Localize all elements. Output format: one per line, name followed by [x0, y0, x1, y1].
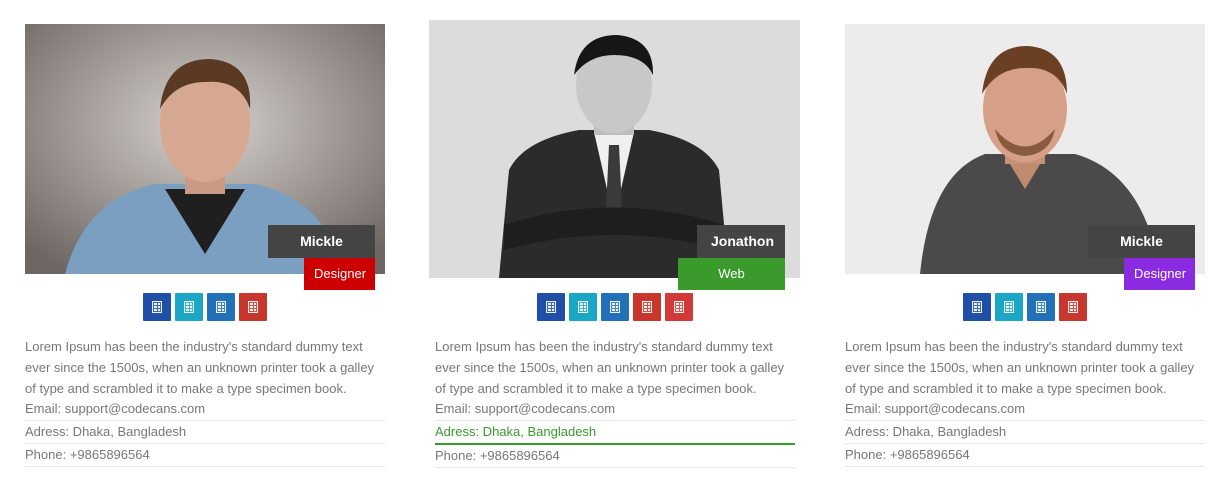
- contact-info: Email: support@codecans.com Adress: Dhak…: [25, 398, 385, 467]
- member-description: Lorem Ipsum has been the industry's stan…: [435, 339, 785, 396]
- twitter-icon[interactable]: [995, 293, 1023, 321]
- social-links: [143, 293, 267, 321]
- member-name: Jonathon: [697, 225, 785, 258]
- social-links: [537, 293, 693, 321]
- linkedin-icon[interactable]: [1027, 293, 1055, 321]
- google-plus-icon[interactable]: [1059, 293, 1087, 321]
- phone-row: Phone: +9865896564: [435, 445, 795, 468]
- email-row: Email: support@codecans.com: [845, 398, 1205, 421]
- facebook-icon[interactable]: [963, 293, 991, 321]
- address-row: Adress: Dhaka, Bangladesh: [25, 421, 385, 444]
- member-description: Lorem Ipsum has been the industry's stan…: [25, 339, 375, 396]
- address-row[interactable]: Adress: Dhaka, Bangladesh: [435, 421, 795, 445]
- facebook-icon[interactable]: [537, 293, 565, 321]
- phone-row: Phone: +9865896564: [845, 444, 1205, 467]
- contact-info: Email: support@codecans.com Adress: Dhak…: [435, 398, 795, 468]
- member-role-badge: Web Developer: [678, 258, 785, 313]
- member-name: Mickle Bond: [268, 225, 375, 282]
- member-description: Lorem Ipsum has been the industry's stan…: [845, 339, 1195, 396]
- facebook-icon[interactable]: [143, 293, 171, 321]
- twitter-icon[interactable]: [569, 293, 597, 321]
- email-row: Email: support@codecans.com: [25, 398, 385, 421]
- linkedin-icon[interactable]: [207, 293, 235, 321]
- google-plus-icon[interactable]: [239, 293, 267, 321]
- linkedin-icon[interactable]: [601, 293, 629, 321]
- email-row: Email: support@codecans.com: [435, 398, 795, 421]
- social-links: [963, 293, 1087, 321]
- address-row: Adress: Dhaka, Bangladesh: [845, 421, 1205, 444]
- member-role-badge: Designer: [304, 258, 375, 290]
- pinterest-icon[interactable]: [665, 293, 693, 321]
- contact-info: Email: support@codecans.com Adress: Dhak…: [845, 398, 1205, 467]
- twitter-icon[interactable]: [175, 293, 203, 321]
- member-name: Mickle Bond: [1088, 225, 1195, 282]
- google-plus-icon[interactable]: [633, 293, 661, 321]
- phone-row: Phone: +9865896564: [25, 444, 385, 467]
- member-role-badge: Designer: [1124, 258, 1195, 290]
